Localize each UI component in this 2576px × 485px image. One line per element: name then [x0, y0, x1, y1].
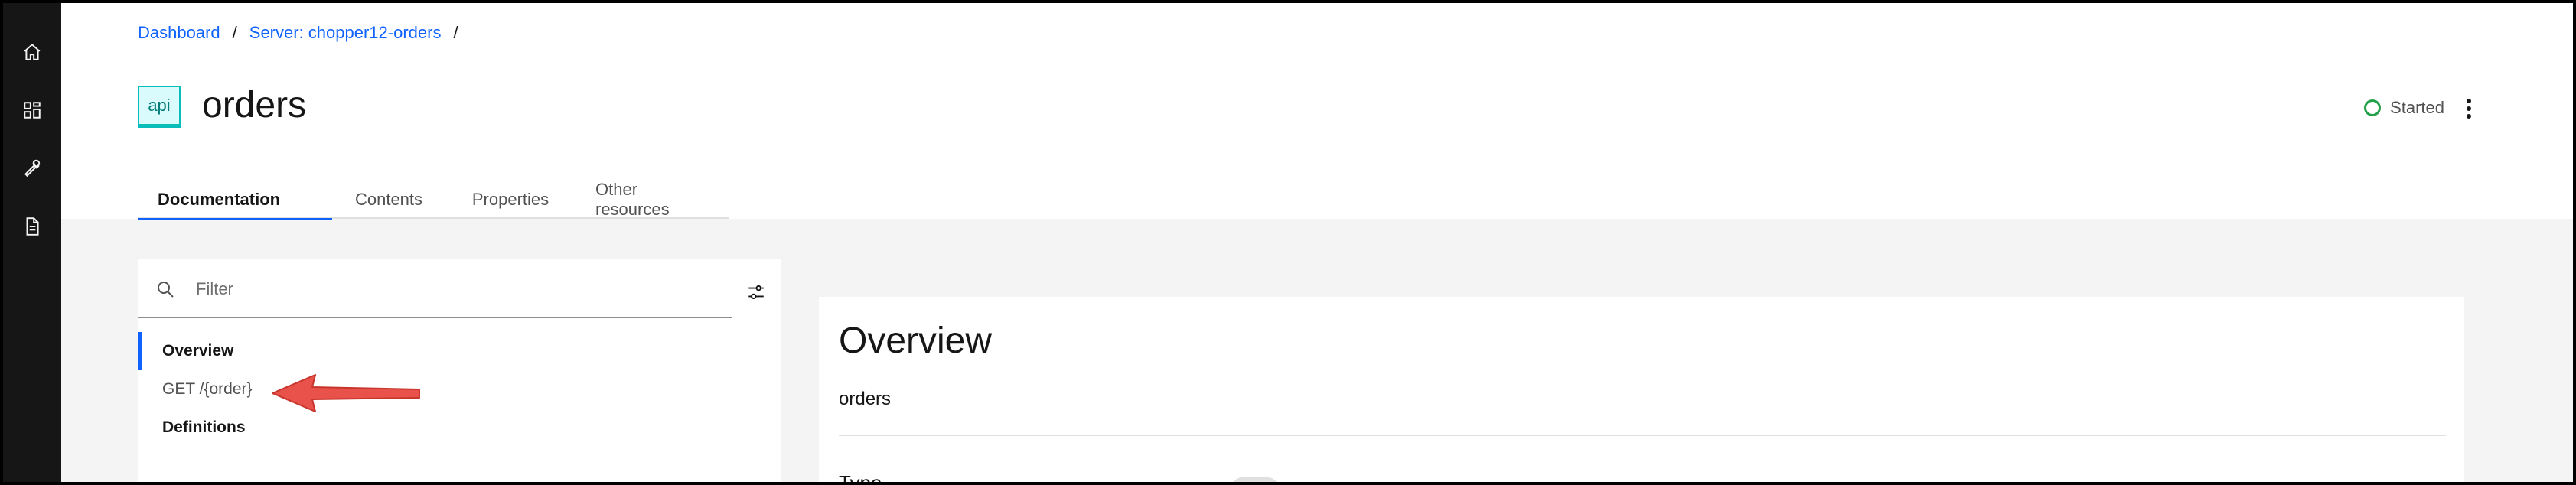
page-title: orders	[202, 85, 307, 125]
tab-documentation[interactable]: Documentation	[138, 181, 332, 220]
sidenav-tools-button[interactable]	[3, 139, 61, 197]
filter-input[interactable]	[196, 274, 716, 304]
page-header: Dashboard / Server: chopper12-orders / a…	[61, 3, 2573, 220]
overview-card: Overview orders Type	[819, 297, 2464, 482]
app-frame: Dashboard / Server: chopper12-orders / a…	[3, 3, 2573, 482]
overview-api-name: orders	[839, 389, 892, 409]
api-navigation-panel: Overview GET /{order} Definitions	[138, 259, 781, 482]
tab-other-resources[interactable]: Other resources	[576, 180, 729, 219]
sidenav-document-button[interactable]	[3, 197, 61, 256]
tab-list: Documentation Contents Properties Other …	[138, 180, 729, 220]
type-label: Type	[839, 471, 882, 482]
overflow-menu-button[interactable]	[2457, 93, 2481, 124]
api-badge-icon: api	[138, 86, 181, 125]
status-circle-icon	[2364, 99, 2382, 116]
side-navigation	[3, 3, 61, 482]
breadcrumb: Dashboard / Server: chopper12-orders /	[138, 23, 471, 43]
filter-search	[138, 259, 732, 318]
filter-settings-button[interactable]	[742, 278, 770, 306]
tab-contents[interactable]: Contents	[332, 181, 445, 219]
tools-icon	[24, 159, 41, 177]
api-badge-underline	[138, 125, 181, 128]
nav-item-overview[interactable]: Overview	[138, 332, 781, 370]
api-nav-list: Overview GET /{order} Definitions	[138, 332, 781, 447]
tab-properties[interactable]: Properties	[445, 181, 576, 219]
annotation-arrow-icon	[272, 374, 420, 412]
nav-item-definitions[interactable]: Definitions	[138, 409, 781, 447]
sidenav-apps-button[interactable]	[3, 81, 61, 139]
breadcrumb-separator: /	[453, 23, 458, 42]
nav-item-get-order[interactable]: GET /{order}	[138, 370, 781, 409]
sidenav-home-button[interactable]	[3, 23, 61, 81]
breadcrumb-dashboard-link[interactable]: Dashboard	[138, 23, 220, 43]
apps-icon	[24, 102, 41, 119]
search-icon	[158, 282, 174, 298]
document-icon	[26, 217, 39, 236]
breadcrumb-server-link[interactable]: Server: chopper12-orders	[249, 23, 442, 43]
overview-heading: Overview	[839, 321, 993, 361]
overflow-dot	[2467, 114, 2471, 119]
home-icon	[24, 43, 41, 60]
type-tag	[1232, 477, 1278, 482]
breadcrumb-separator: /	[232, 23, 237, 42]
status-label: Started	[2390, 98, 2444, 117]
status-indicator: Started	[2364, 98, 2444, 118]
overflow-dot	[2467, 106, 2471, 111]
divider	[839, 435, 2446, 436]
settings-adjust-icon	[748, 285, 764, 300]
overflow-menu-icon	[2467, 99, 2471, 103]
